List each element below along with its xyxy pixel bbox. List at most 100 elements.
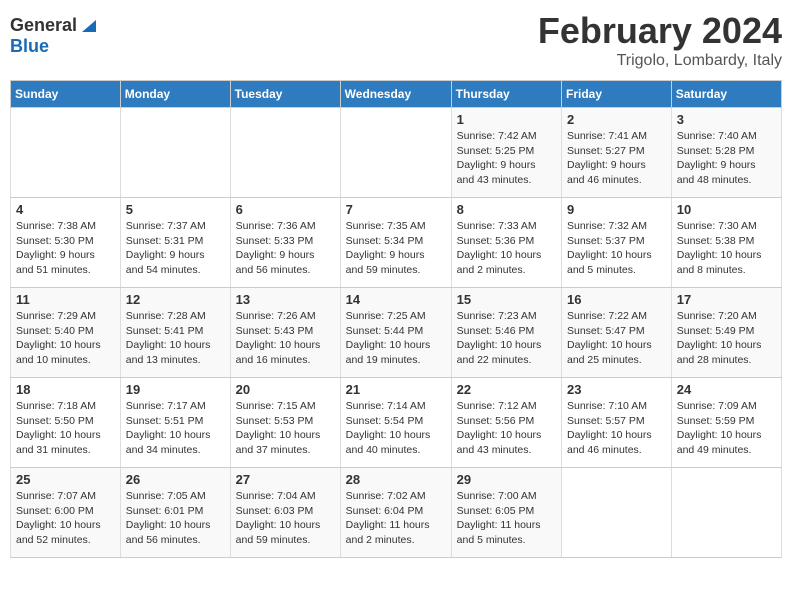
day-number: 16 <box>567 292 666 307</box>
day-number: 27 <box>236 472 335 487</box>
day-number: 5 <box>126 202 225 217</box>
title-area: February 2024 Trigolo, Lombardy, Italy <box>538 10 782 70</box>
calendar-cell: 13Sunrise: 7:26 AMSunset: 5:43 PMDayligh… <box>230 288 340 378</box>
day-info: Sunrise: 7:28 AMSunset: 5:41 PMDaylight:… <box>126 309 225 368</box>
day-number: 7 <box>346 202 446 217</box>
day-info: Sunrise: 7:36 AMSunset: 5:33 PMDaylight:… <box>236 219 335 278</box>
day-number: 14 <box>346 292 446 307</box>
day-number: 17 <box>677 292 776 307</box>
day-info: Sunrise: 7:33 AMSunset: 5:36 PMDaylight:… <box>457 219 556 278</box>
day-number: 8 <box>457 202 556 217</box>
day-info: Sunrise: 7:18 AMSunset: 5:50 PMDaylight:… <box>16 399 115 458</box>
calendar-cell: 20 Sunrise: 7:15 AMSunset: 5:53 PMDayligh… <box>230 378 340 468</box>
day-number: 28 <box>346 472 446 487</box>
logo-general: General <box>10 15 77 36</box>
day-number: 11 <box>16 292 115 307</box>
calendar-cell: 24Sunrise: 7:09 AMSunset: 5:59 PMDayligh… <box>671 378 781 468</box>
day-info: Sunrise: 7:00 AMSunset: 6:05 PMDaylight:… <box>457 489 556 548</box>
calendar-cell: 19 Sunrise: 7:17 AMSunset: 5:51 PMDayligh… <box>120 378 230 468</box>
calendar-cell: 9 Sunrise: 7:32 AMSunset: 5:37 PMDaylight… <box>562 198 672 288</box>
calendar-cell: 8 Sunrise: 7:33 AMSunset: 5:36 PMDaylight… <box>451 198 561 288</box>
calendar-cell: 18 Sunrise: 7:18 AMSunset: 5:50 PMDayligh… <box>11 378 121 468</box>
day-info: Sunrise: 7:40 AMSunset: 5:28 PMDaylight:… <box>677 129 776 188</box>
calendar-cell: 17 Sunrise: 7:20 AMSunset: 5:49 PMDayligh… <box>671 288 781 378</box>
column-header-wednesday: Wednesday <box>340 81 451 108</box>
day-number: 10 <box>677 202 776 217</box>
day-number: 15 <box>457 292 556 307</box>
calendar-cell: 28Sunrise: 7:02 AMSunset: 6:04 PMDayligh… <box>340 468 451 558</box>
column-header-thursday: Thursday <box>451 81 561 108</box>
day-info: Sunrise: 7:04 AMSunset: 6:03 PMDaylight:… <box>236 489 335 548</box>
day-number: 29 <box>457 472 556 487</box>
calendar-cell: 7 Sunrise: 7:35 AMSunset: 5:34 PMDaylight… <box>340 198 451 288</box>
day-number: 22 <box>457 382 556 397</box>
logo: General Blue <box>10 10 96 57</box>
column-header-monday: Monday <box>120 81 230 108</box>
calendar-table: SundayMondayTuesdayWednesdayThursdayFrid… <box>10 80 782 558</box>
day-number: 20 <box>236 382 335 397</box>
calendar-cell <box>120 108 230 198</box>
logo-triangle-icon <box>78 16 96 34</box>
location-title: Trigolo, Lombardy, Italy <box>538 52 782 70</box>
calendar-cell: 26Sunrise: 7:05 AMSunset: 6:01 PMDayligh… <box>120 468 230 558</box>
day-info: Sunrise: 7:29 AMSunset: 5:40 PMDaylight:… <box>16 309 115 368</box>
calendar-week-row: 18 Sunrise: 7:18 AMSunset: 5:50 PMDayligh… <box>11 378 782 468</box>
calendar-cell <box>562 468 672 558</box>
calendar-cell <box>230 108 340 198</box>
day-info: Sunrise: 7:38 AMSunset: 5:30 PMDaylight:… <box>16 219 115 278</box>
day-number: 18 <box>16 382 115 397</box>
day-info: Sunrise: 7:35 AMSunset: 5:34 PMDaylight:… <box>346 219 446 278</box>
column-header-tuesday: Tuesday <box>230 81 340 108</box>
day-number: 1 <box>457 112 556 127</box>
day-info: Sunrise: 7:41 AMSunset: 5:27 PMDaylight:… <box>567 129 666 188</box>
column-header-sunday: Sunday <box>11 81 121 108</box>
calendar-week-row: 4 Sunrise: 7:38 AMSunset: 5:30 PMDaylight… <box>11 198 782 288</box>
calendar-cell: 12Sunrise: 7:28 AMSunset: 5:41 PMDayligh… <box>120 288 230 378</box>
calendar-cell: 27 Sunrise: 7:04 AMSunset: 6:03 PMDayligh… <box>230 468 340 558</box>
calendar-cell: 2 Sunrise: 7:41 AMSunset: 5:27 PMDaylight… <box>562 108 672 198</box>
day-number: 4 <box>16 202 115 217</box>
day-number: 3 <box>677 112 776 127</box>
day-info: Sunrise: 7:22 AMSunset: 5:47 PMDaylight:… <box>567 309 666 368</box>
calendar-cell: 25 Sunrise: 7:07 AMSunset: 6:00 PMDayligh… <box>11 468 121 558</box>
calendar-cell: 1 Sunrise: 7:42 AMSunset: 5:25 PMDaylight… <box>451 108 561 198</box>
calendar-cell <box>340 108 451 198</box>
day-number: 13 <box>236 292 335 307</box>
day-number: 26 <box>126 472 225 487</box>
calendar-cell: 3 Sunrise: 7:40 AMSunset: 5:28 PMDaylight… <box>671 108 781 198</box>
day-info: Sunrise: 7:09 AMSunset: 5:59 PMDaylight:… <box>677 399 776 458</box>
day-info: Sunrise: 7:14 AMSunset: 5:54 PMDaylight:… <box>346 399 446 458</box>
day-number: 23 <box>567 382 666 397</box>
day-info: Sunrise: 7:30 AMSunset: 5:38 PMDaylight:… <box>677 219 776 278</box>
day-info: Sunrise: 7:07 AMSunset: 6:00 PMDaylight:… <box>16 489 115 548</box>
column-header-saturday: Saturday <box>671 81 781 108</box>
calendar-week-row: 11 Sunrise: 7:29 AMSunset: 5:40 PMDayligh… <box>11 288 782 378</box>
day-info: Sunrise: 7:20 AMSunset: 5:49 PMDaylight:… <box>677 309 776 368</box>
day-info: Sunrise: 7:23 AMSunset: 5:46 PMDaylight:… <box>457 309 556 368</box>
month-title: February 2024 <box>538 10 782 52</box>
calendar-week-row: 25 Sunrise: 7:07 AMSunset: 6:00 PMDayligh… <box>11 468 782 558</box>
calendar-cell: 16 Sunrise: 7:22 AMSunset: 5:47 PMDayligh… <box>562 288 672 378</box>
calendar-cell: 10 Sunrise: 7:30 AMSunset: 5:38 PMDayligh… <box>671 198 781 288</box>
day-info: Sunrise: 7:37 AMSunset: 5:31 PMDaylight:… <box>126 219 225 278</box>
calendar-cell: 11 Sunrise: 7:29 AMSunset: 5:40 PMDayligh… <box>11 288 121 378</box>
day-number: 9 <box>567 202 666 217</box>
calendar-cell: 21Sunrise: 7:14 AMSunset: 5:54 PMDayligh… <box>340 378 451 468</box>
day-info: Sunrise: 7:42 AMSunset: 5:25 PMDaylight:… <box>457 129 556 188</box>
day-info: Sunrise: 7:15 AMSunset: 5:53 PMDaylight:… <box>236 399 335 458</box>
calendar-cell: 5 Sunrise: 7:37 AMSunset: 5:31 PMDaylight… <box>120 198 230 288</box>
calendar-cell: 4 Sunrise: 7:38 AMSunset: 5:30 PMDaylight… <box>11 198 121 288</box>
day-info: Sunrise: 7:17 AMSunset: 5:51 PMDaylight:… <box>126 399 225 458</box>
day-number: 2 <box>567 112 666 127</box>
day-number: 19 <box>126 382 225 397</box>
calendar-cell <box>11 108 121 198</box>
calendar-cell: 22 Sunrise: 7:12 AMSunset: 5:56 PMDayligh… <box>451 378 561 468</box>
day-info: Sunrise: 7:12 AMSunset: 5:56 PMDaylight:… <box>457 399 556 458</box>
calendar-header-row: SundayMondayTuesdayWednesdayThursdayFrid… <box>11 81 782 108</box>
logo-blue: Blue <box>10 36 49 56</box>
day-number: 6 <box>236 202 335 217</box>
page-header: General Blue February 2024 Trigolo, Lomb… <box>10 10 782 70</box>
day-info: Sunrise: 7:32 AMSunset: 5:37 PMDaylight:… <box>567 219 666 278</box>
day-number: 25 <box>16 472 115 487</box>
calendar-cell: 29 Sunrise: 7:00 AMSunset: 6:05 PMDayligh… <box>451 468 561 558</box>
